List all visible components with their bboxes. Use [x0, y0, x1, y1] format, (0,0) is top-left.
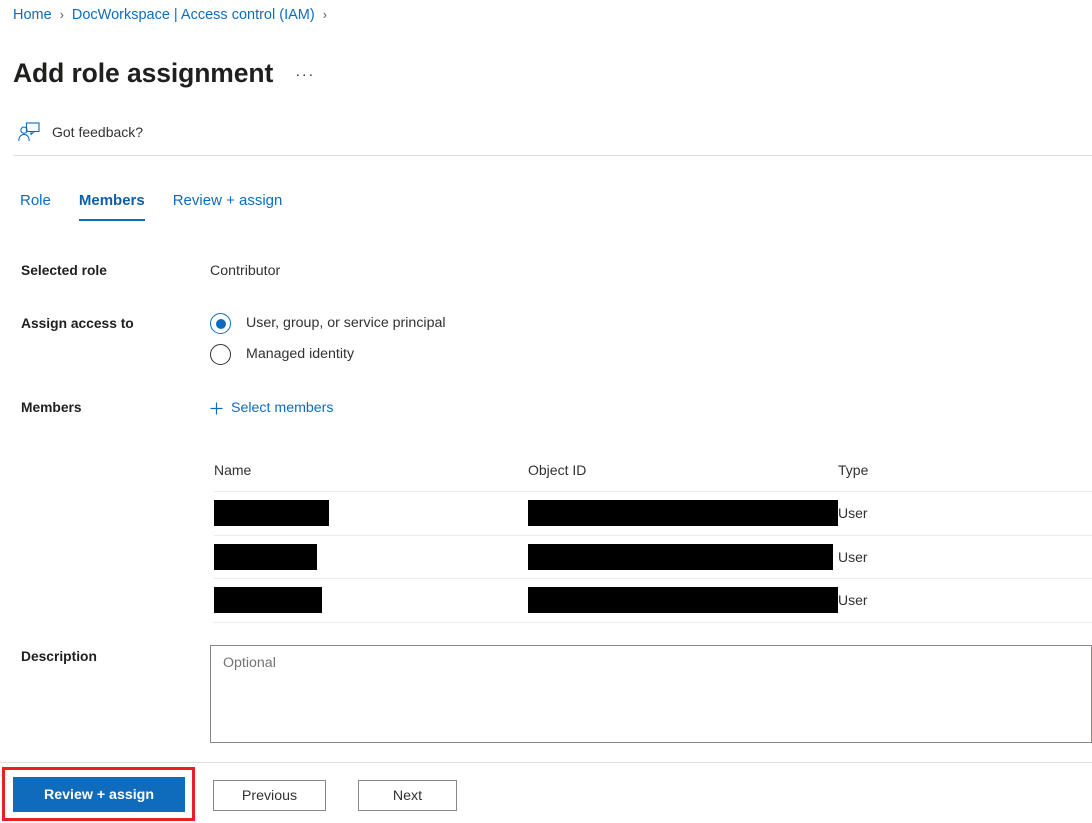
redaction-bar — [214, 544, 317, 570]
next-button[interactable]: Next — [358, 780, 457, 811]
radio-button-selected-icon[interactable] — [210, 313, 231, 334]
header-divider — [13, 155, 1092, 156]
assign-access-to-label: Assign access to — [21, 314, 134, 334]
cell-object-id — [528, 544, 838, 570]
tab-review-assign[interactable]: Review + assign — [173, 190, 283, 221]
description-label: Description — [21, 647, 97, 667]
add-role-assignment-page: Home › DocWorkspace | Access control (IA… — [0, 0, 1092, 823]
breadcrumb-item-home[interactable]: Home — [13, 5, 52, 25]
redaction-bar — [528, 587, 838, 613]
cell-type: User — [838, 503, 958, 523]
got-feedback-button[interactable]: Got feedback? — [18, 120, 143, 144]
column-header-type: Type — [838, 460, 958, 480]
selected-role-value: Contributor — [210, 261, 280, 281]
cell-type: User — [838, 590, 958, 610]
page-title: Add role assignment — [13, 56, 273, 90]
previous-button[interactable]: Previous — [213, 780, 326, 811]
cell-name — [214, 544, 528, 570]
column-header-object-id: Object ID — [528, 460, 838, 480]
footer-divider — [0, 762, 1092, 763]
redaction-bar — [214, 587, 322, 613]
breadcrumb-separator-icon: › — [323, 5, 327, 25]
cell-name — [214, 587, 528, 613]
select-members-button[interactable]: Select members — [210, 397, 334, 419]
feedback-person-icon — [18, 122, 40, 142]
more-options-icon[interactable]: ··· — [295, 66, 315, 83]
redaction-bar — [528, 544, 833, 570]
radio-label-user-group: User, group, or service principal — [246, 313, 446, 334]
review-assign-button[interactable]: Review + assign — [13, 777, 185, 812]
tab-role[interactable]: Role — [20, 190, 51, 221]
table-header-row: Name Object ID Type — [214, 460, 1092, 492]
radio-label-managed-identity: Managed identity — [246, 344, 354, 365]
cell-name — [214, 500, 528, 526]
radio-user-group-service-principal[interactable]: User, group, or service principal — [210, 313, 446, 334]
column-header-name: Name — [214, 460, 528, 480]
redaction-bar — [528, 500, 838, 526]
wizard-tabs: Role Members Review + assign — [20, 190, 282, 221]
redaction-bar — [214, 500, 329, 526]
table-row[interactable]: User — [214, 536, 1092, 580]
selected-role-label: Selected role — [21, 261, 107, 281]
members-label: Members — [21, 398, 82, 418]
cell-type: User — [838, 547, 958, 567]
breadcrumb: Home › DocWorkspace | Access control (IA… — [13, 5, 335, 25]
page-title-row: Add role assignment ··· — [13, 38, 315, 108]
radio-button-unselected-icon[interactable] — [210, 344, 231, 365]
cell-object-id — [528, 587, 838, 613]
select-members-label: Select members — [231, 397, 334, 419]
plus-icon — [210, 402, 231, 415]
tab-members[interactable]: Members — [79, 190, 145, 221]
got-feedback-label: Got feedback? — [52, 122, 143, 142]
breadcrumb-item-docworkspace[interactable]: DocWorkspace | Access control (IAM) — [72, 5, 315, 25]
cell-object-id — [528, 500, 838, 526]
table-row[interactable]: User — [214, 579, 1092, 623]
breadcrumb-separator-icon: › — [60, 5, 64, 25]
description-placeholder: Optional — [223, 652, 276, 674]
radio-managed-identity[interactable]: Managed identity — [210, 344, 354, 365]
members-table: Name Object ID Type User User — [214, 460, 1092, 623]
table-row[interactable]: User — [214, 492, 1092, 536]
description-field[interactable]: Optional — [210, 645, 1092, 743]
